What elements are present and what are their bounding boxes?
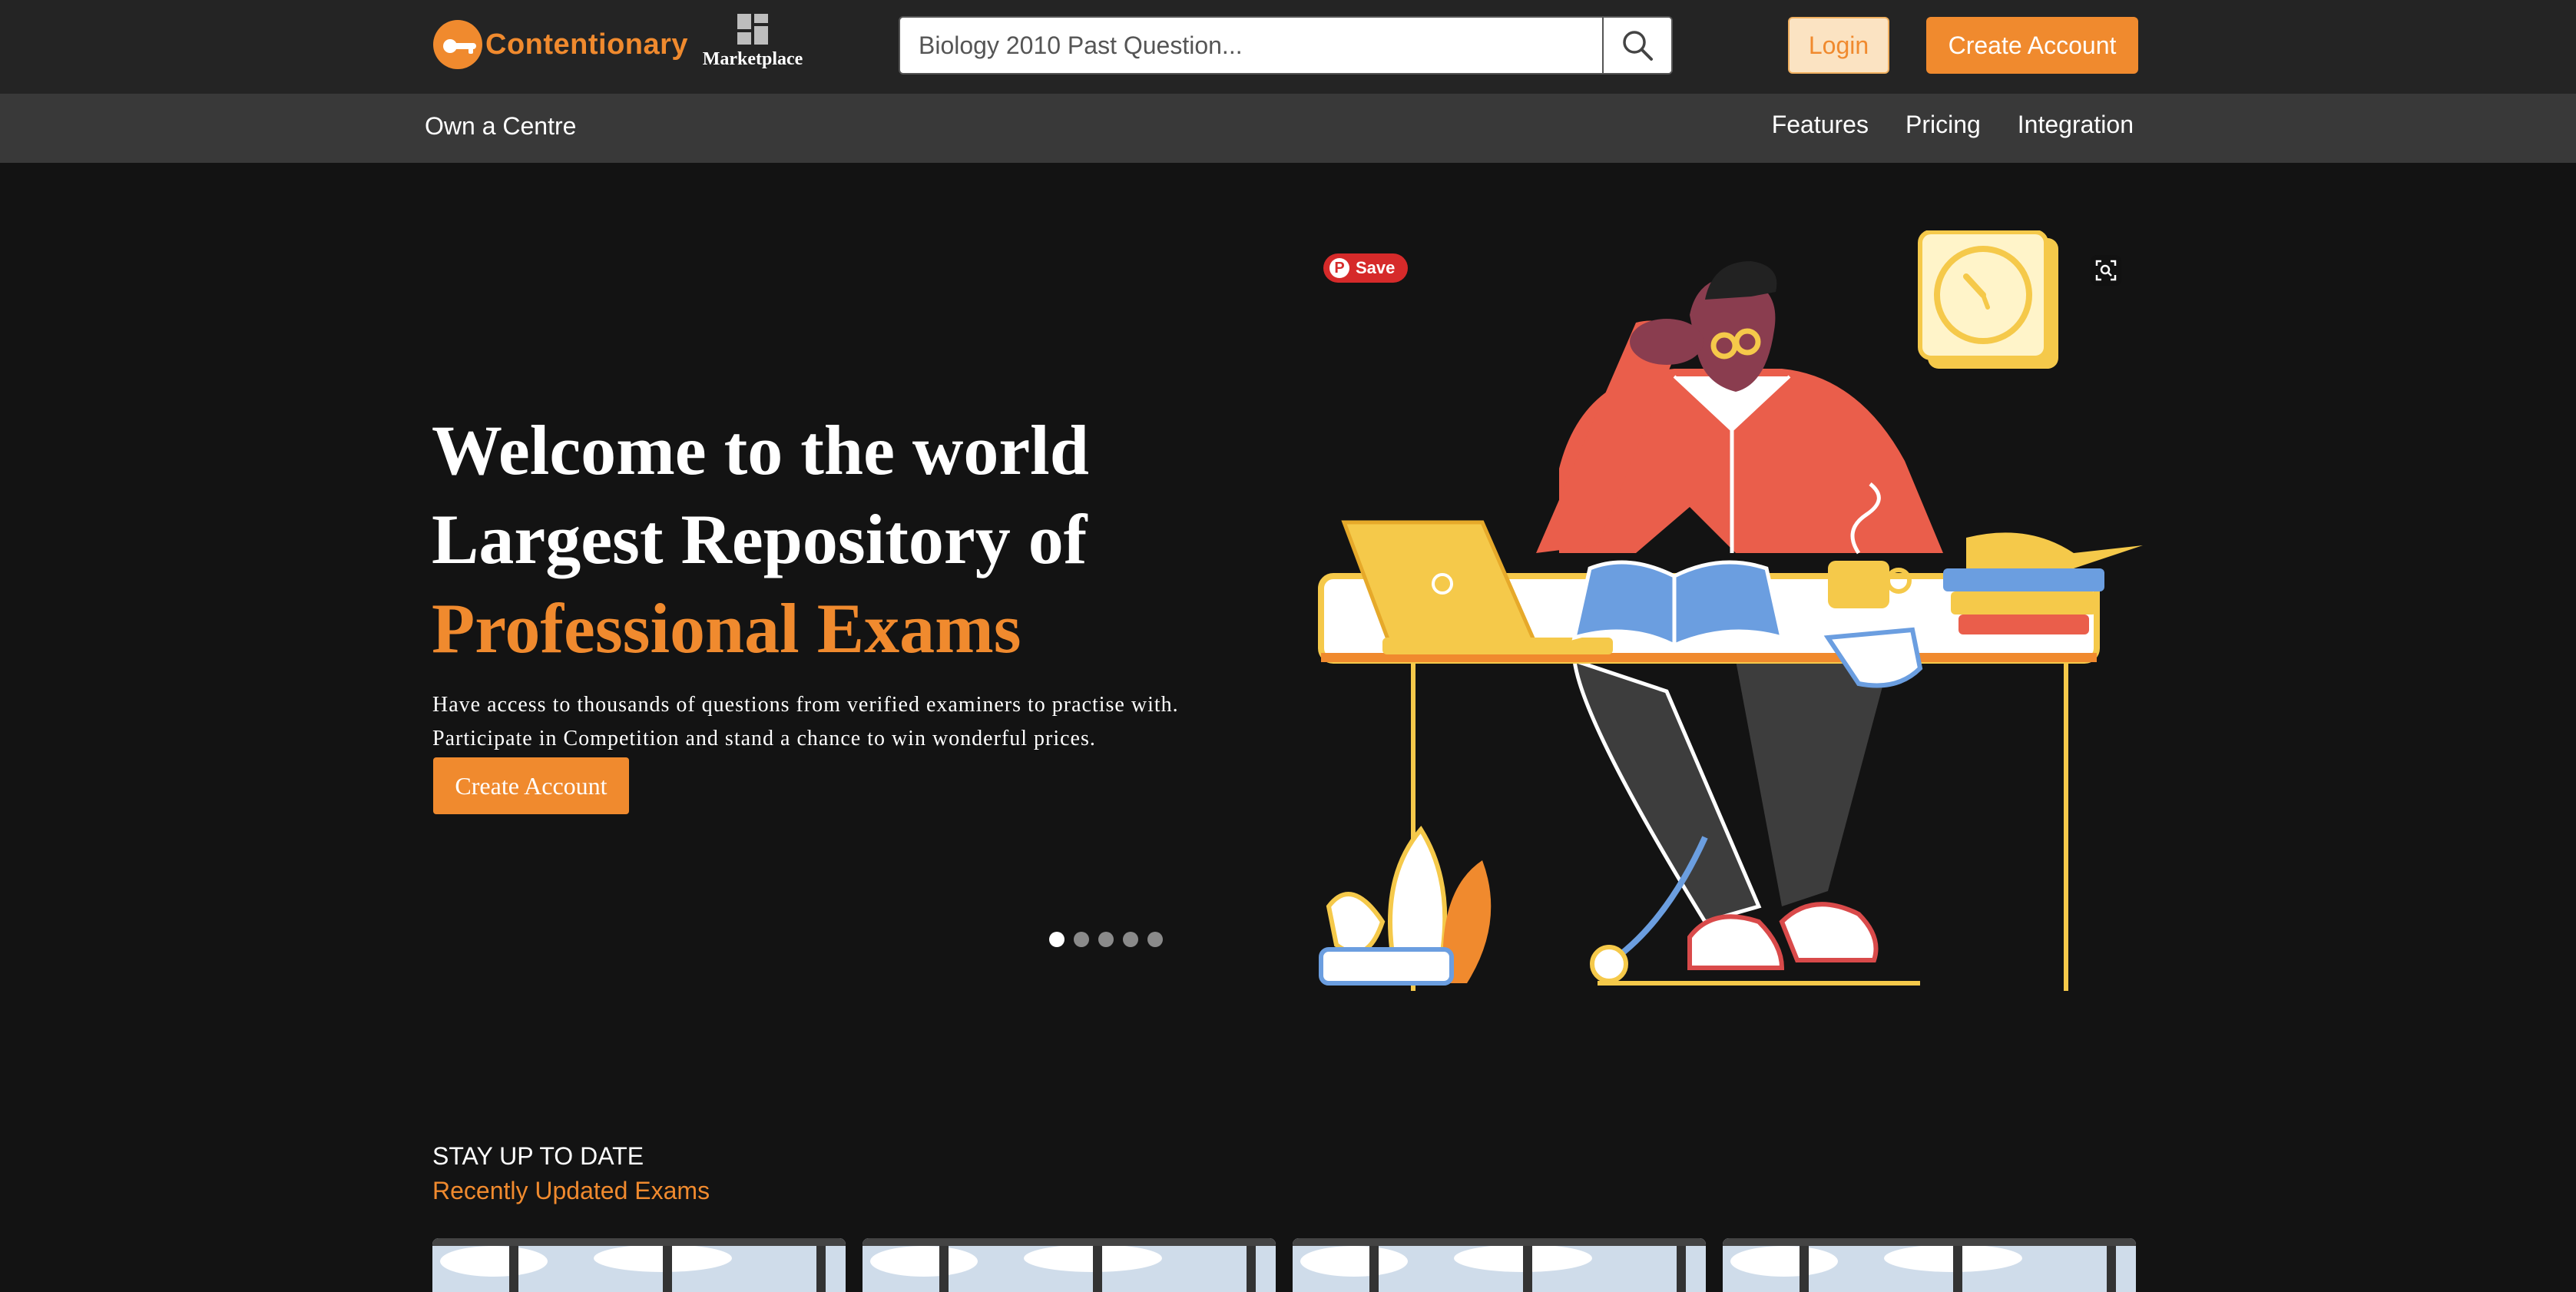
pinterest-icon: P [1329, 258, 1349, 278]
logo-text: Contentionary [485, 28, 689, 61]
save-label: Save [1356, 258, 1396, 277]
search-input[interactable] [900, 18, 1604, 73]
carousel-dot[interactable] [1049, 932, 1065, 947]
exam-card[interactable] [432, 1238, 846, 1292]
search-bar [899, 16, 1673, 75]
carousel-dot[interactable] [1074, 932, 1089, 947]
lens-icon [2095, 260, 2117, 281]
hero-description-line-2: Participate in Competition and stand a c… [432, 727, 1096, 750]
hero-title: Welcome to the world Largest Repository … [432, 406, 1276, 673]
hero-description-line-1: Have access to thousands of questions fr… [432, 693, 1179, 717]
carousel-dot[interactable] [1123, 932, 1138, 947]
carousel-indicators [1049, 932, 1163, 947]
hero-description: Have access to thousands of questions fr… [432, 688, 1354, 756]
marketplace-link[interactable]: Marketplace [699, 12, 806, 77]
nav-pricing[interactable]: Pricing [1906, 111, 1981, 139]
exam-cards [432, 1238, 2139, 1292]
hero-illustration [1318, 230, 2143, 991]
section-kicker: STAY UP TO DATE [432, 1142, 644, 1170]
hero-title-line-2: Largest Repository of [432, 500, 1088, 578]
section-title: Recently Updated Exams [432, 1177, 710, 1204]
top-navbar: Contentionary Marketplace Login Create A… [0, 0, 2576, 94]
own-a-centre-link[interactable]: Own a Centre [425, 112, 576, 141]
clock-icon [1918, 230, 2058, 369]
visual-search-icon[interactable] [2091, 255, 2121, 286]
nav-integration[interactable]: Integration [2018, 111, 2134, 139]
secondary-navbar: Own a Centre Features Pricing Integratio… [0, 94, 2576, 163]
pinterest-save-button[interactable]: P Save [1323, 253, 1408, 283]
card-thumbnail [863, 1238, 1276, 1292]
hero-create-account-button[interactable]: Create Account [433, 757, 629, 814]
card-thumbnail [432, 1238, 846, 1292]
carousel-dot[interactable] [1147, 932, 1163, 947]
login-button[interactable]: Login [1788, 17, 1889, 74]
logo-icon [433, 20, 482, 69]
nav-features[interactable]: Features [1772, 111, 1869, 139]
card-thumbnail [1293, 1238, 1706, 1292]
exam-card[interactable] [1293, 1238, 1706, 1292]
card-thumbnail [1723, 1238, 2136, 1292]
carousel-dot[interactable] [1098, 932, 1114, 947]
grid-icon [737, 14, 768, 45]
search-button[interactable] [1602, 18, 1671, 73]
secondary-nav-links: Features Pricing Integration [1772, 111, 2134, 139]
marketplace-label: Marketplace [702, 49, 803, 69]
exam-card[interactable] [863, 1238, 1276, 1292]
create-account-button[interactable]: Create Account [1926, 17, 2138, 74]
exam-card[interactable] [1723, 1238, 2136, 1292]
hero-title-accent: Professional Exams [432, 589, 1021, 668]
hero-title-line-1: Welcome to the world [432, 411, 1089, 489]
search-icon [1623, 31, 1653, 61]
logo[interactable]: Contentionary [432, 18, 688, 71]
